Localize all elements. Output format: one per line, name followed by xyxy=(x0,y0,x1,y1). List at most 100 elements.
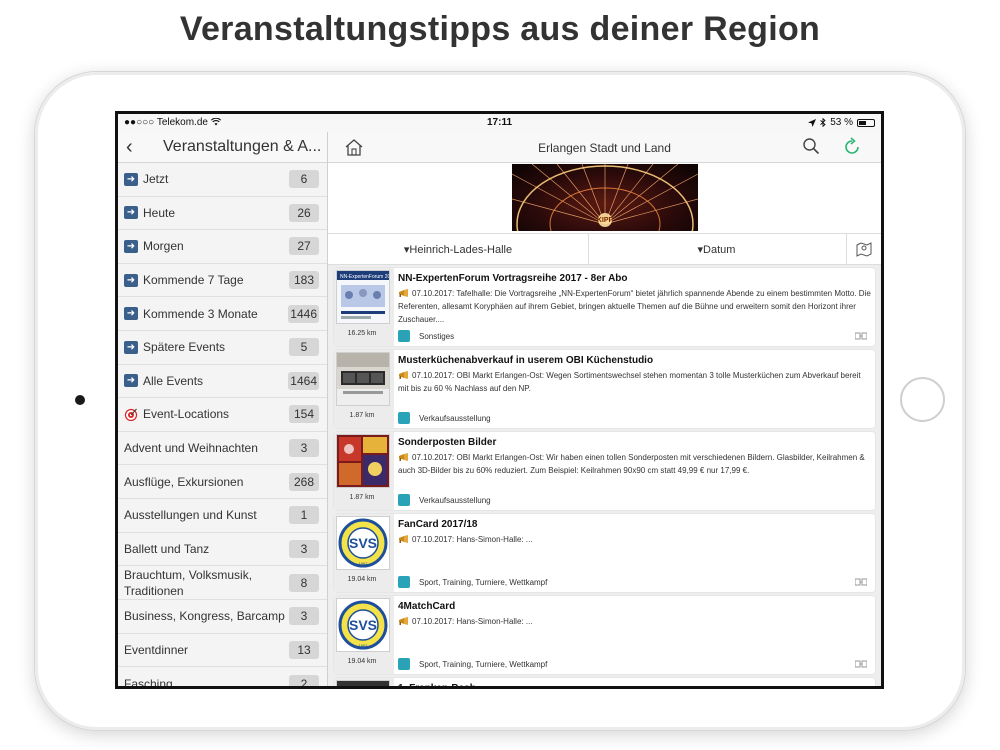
event-desc-text: Hans-Simon-Halle: ... xyxy=(456,535,533,544)
event-description: 07.10.2017: Hans-Simon-Halle: ... xyxy=(398,533,872,546)
back-chevron-icon[interactable]: ‹ xyxy=(126,137,133,157)
event-distance: 1.87 km xyxy=(349,494,375,501)
battery-icon xyxy=(857,118,875,127)
sidebar-item-label: Kommende 7 Tage xyxy=(143,273,244,288)
event-thumbnail xyxy=(336,680,390,686)
event-card[interactable]: 1.87 km Musterküchenabverkauf in userem O… xyxy=(334,350,875,428)
event-list-pane: Erlangen Stadt und Land KIPP ▾Heinrich-L… xyxy=(328,132,881,686)
event-title: FanCard 2017/18 xyxy=(398,519,478,530)
arrow-right-icon: ➜ xyxy=(124,239,138,253)
event-thumbnail: SVS 1967 xyxy=(336,598,390,652)
event-thumb-area xyxy=(334,678,394,686)
event-desc-text: Tafelhalle: Die Vortragsreihe „NN-Expert… xyxy=(398,289,871,324)
event-card[interactable]: SVS 1967 19.04 km FanCard 2017/18 07.10.2017… xyxy=(334,514,875,592)
sidebar-item[interactable]: Business, Kongress, Barcamp 3 xyxy=(118,600,327,634)
sidebar-item-count: 154 xyxy=(289,405,319,424)
category-color-icon xyxy=(398,576,410,588)
sidebar-item[interactable]: ➜ Jetzt 6 xyxy=(118,163,327,197)
sidebar-item-label: Heute xyxy=(143,205,176,220)
event-thumbnail: SVS 1967 xyxy=(336,516,390,570)
event-category-row: Sonstiges xyxy=(398,330,454,342)
event-category-row: Verkaufsausstellung xyxy=(398,494,491,506)
event-category-row: Verkaufsausstellung xyxy=(398,412,491,424)
event-description: 07.10.2017: OBI Markt Erlangen-Ost: Wir … xyxy=(398,451,872,477)
event-title: 1. Franken-Bash xyxy=(398,683,476,686)
sidebar-item-count: 3 xyxy=(289,439,319,458)
extra-info-icon[interactable] xyxy=(855,578,867,586)
event-card[interactable]: 1. Franken-Bash xyxy=(334,678,875,686)
event-thumb-area: NN-ExpertenForum 2017 16.25 km xyxy=(334,268,394,346)
venue-filter[interactable]: ▾Heinrich-Lades-Halle xyxy=(328,243,588,256)
category-color-icon xyxy=(398,658,410,670)
search-icon[interactable] xyxy=(802,137,820,155)
event-category: Verkaufsausstellung xyxy=(419,413,491,423)
event-thumb-area: SVS 1967 19.04 km xyxy=(334,514,394,592)
sidebar-item[interactable]: Brauchtum, Volksmusik, Traditionen 8 xyxy=(118,566,327,601)
filter-bar: ▾Heinrich-Lades-Halle ▾Datum xyxy=(328,233,881,265)
arrow-right-icon: ➜ xyxy=(124,206,138,220)
megaphone-icon xyxy=(399,453,408,461)
category-sidebar: ‹ Veranstaltungen & A... ➜ Jetzt 6 ➜ Heute 26… xyxy=(118,132,328,686)
event-thumbnail xyxy=(336,434,390,488)
sidebar-item-count: 183 xyxy=(289,271,319,290)
sidebar-item[interactable]: Ausstellungen und Kunst 1 xyxy=(118,499,327,533)
sidebar-item-count: 5 xyxy=(289,338,319,357)
event-distance: 19.04 km xyxy=(347,576,377,583)
map-icon[interactable] xyxy=(856,241,872,257)
event-card[interactable]: SVS 1967 19.04 km 4MatchCard 07.10.2017: Han… xyxy=(334,596,875,674)
event-card[interactable]: 1.87 km Sonderposten Bilder 07.10.2017: OB… xyxy=(334,432,875,510)
svg-text:SVS: SVS xyxy=(349,535,377,551)
sidebar-item-count: 3 xyxy=(289,539,319,558)
event-date: 07.10.2017: xyxy=(412,453,455,462)
sidebar-item-label: Fasching xyxy=(124,676,173,686)
camera-dot xyxy=(75,395,85,405)
location-arrow-icon xyxy=(808,118,817,127)
event-desc-text: OBI Markt Erlangen-Ost: Wegen Sortiments… xyxy=(398,371,861,393)
sidebar-item[interactable]: Fasching 2 xyxy=(118,667,327,686)
sidebar-item[interactable]: Ballett und Tanz 3 xyxy=(118,533,327,567)
sidebar-item[interactable]: ➜ Morgen 27 xyxy=(118,230,327,264)
sidebar-item[interactable]: Ausflüge, Exkursionen 268 xyxy=(118,465,327,499)
event-cards: NN-ExpertenForum 201716.25 kmNN-Experten… xyxy=(328,265,881,686)
promo-headline: Veranstaltungstipps aus deiner Region xyxy=(179,10,821,48)
sidebar-item[interactable]: ➜ Heute 26 xyxy=(118,197,327,231)
banner-area: KIPP xyxy=(328,163,881,233)
megaphone-icon xyxy=(399,617,408,625)
sidebar-item-count: 1446 xyxy=(288,304,319,323)
sidebar-item[interactable]: Event-Locations 154 xyxy=(118,398,327,432)
sidebar-item-label: Eventdinner xyxy=(124,643,189,658)
arrow-right-icon: ➜ xyxy=(124,340,138,354)
event-category: Sport, Training, Turniere, Wettkampf xyxy=(419,577,548,587)
category-color-icon xyxy=(398,412,410,424)
event-title: Sonderposten Bilder xyxy=(398,437,497,448)
event-card[interactable]: NN-ExpertenForum 201716.25 kmNN-Experten… xyxy=(334,268,875,346)
event-desc-text: Hans-Simon-Halle: ... xyxy=(456,617,533,626)
extra-info-icon[interactable] xyxy=(855,660,867,668)
category-color-icon xyxy=(398,330,410,342)
event-description: 07.10.2017: OBI Markt Erlangen-Ost: Wege… xyxy=(398,369,872,395)
arrow-right-icon: ➜ xyxy=(124,307,138,321)
sidebar-item-count: 1464 xyxy=(288,371,319,390)
nav-bar: Erlangen Stadt und Land xyxy=(328,132,881,163)
event-title: 4MatchCard xyxy=(398,601,456,612)
event-category-row: Sport, Training, Turniere, Wettkampf xyxy=(398,576,547,588)
sidebar-item-count: 268 xyxy=(289,472,319,491)
event-date: 07.10.2017: xyxy=(412,535,455,544)
sidebar-title: Veranstaltungen & A... xyxy=(163,138,322,155)
ferris-wheel-banner: KIPP xyxy=(512,164,698,231)
sidebar-item[interactable]: Advent und Weihnachten 3 xyxy=(118,432,327,466)
extra-info-icon[interactable] xyxy=(855,332,867,340)
sidebar-item[interactable]: ➜ Kommende 7 Tage 183 xyxy=(118,264,327,298)
sidebar-item[interactable]: ➜ Kommende 3 Monate 1446 xyxy=(118,297,327,331)
sidebar-item[interactable]: Eventdinner 13 xyxy=(118,634,327,668)
event-thumb-area: 1.87 km xyxy=(334,350,394,428)
event-date: 07.10.2017: xyxy=(412,289,455,298)
date-sort[interactable]: ▾Datum xyxy=(589,243,844,256)
sidebar-item-label: Morgen xyxy=(143,239,184,254)
event-thumb-area: 1.87 km xyxy=(334,432,394,510)
refresh-icon[interactable] xyxy=(842,137,862,157)
sidebar-item-count: 3 xyxy=(289,607,319,626)
sidebar-item[interactable]: ➜ Alle Events 1464 xyxy=(118,365,327,399)
sidebar-item[interactable]: ➜ Spätere Events 5 xyxy=(118,331,327,365)
event-distance: 19.04 km xyxy=(347,658,377,665)
